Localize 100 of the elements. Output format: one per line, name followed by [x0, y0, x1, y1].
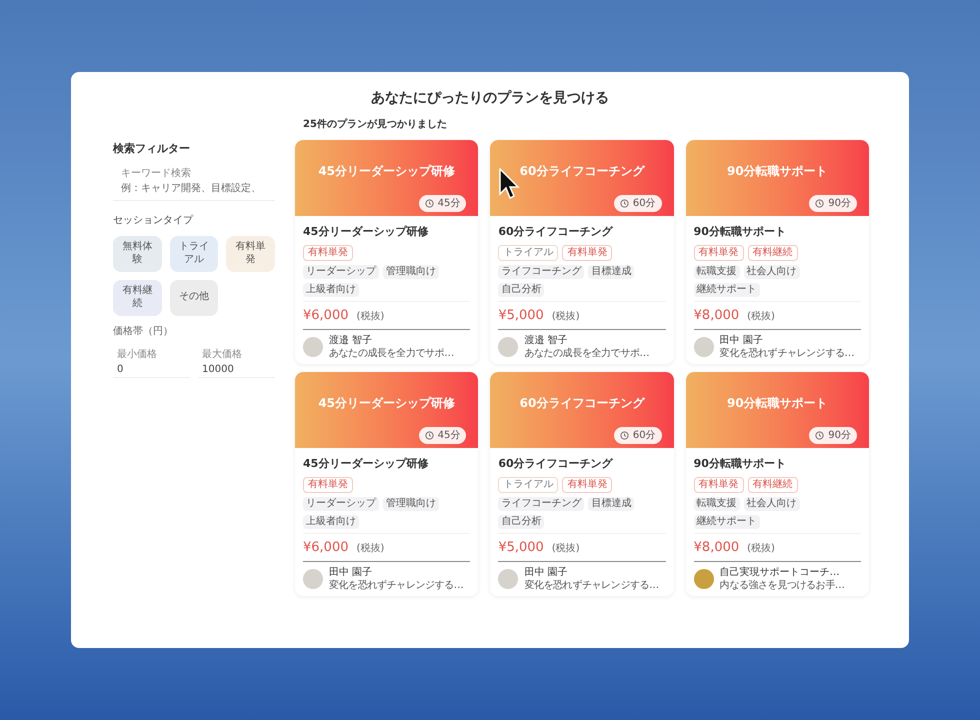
session-type-tag: 有料単発: [562, 244, 612, 260]
price: ¥5,000: [498, 306, 544, 324]
topic-tag: 社会人向け: [744, 264, 800, 278]
topic-tag: 転職支援: [694, 496, 740, 510]
topic-tag: 継続サポート: [694, 282, 760, 296]
duration-text: 60分: [632, 197, 656, 211]
tax-note: (税抜): [747, 310, 775, 324]
clock-icon: [620, 199, 629, 208]
topic-tag: ライフコーチング: [498, 264, 584, 278]
banner-title: 45分リーダーシップ研修: [318, 164, 456, 179]
topic-tag: 自己分析: [498, 282, 544, 296]
min-price-label: 最小価格: [117, 348, 158, 362]
keyword-label: キーワード検索: [121, 166, 192, 180]
banner-title: 60分ライフコーチング: [520, 164, 644, 179]
banner-title: 90分転職サポート: [726, 396, 828, 411]
topic-tag: 目標達成: [588, 264, 634, 278]
coach-intro: 変化を恐れずチャレンジする…: [329, 579, 464, 592]
banner-title: 45分リーダーシップ研修: [318, 396, 456, 411]
cursor-icon: [499, 168, 521, 200]
plan-card[interactable]: 45分リーダーシップ研修 45分 45分リーダーシップ研修 有料単発 リーダーシップ 管理職向け 上級者向け ¥6,000 (税抜) 田中 園子 変化を恐れずチャレンジする…: [295, 372, 478, 596]
topic-tag: 上級者向け: [303, 514, 359, 528]
tax-note: (税抜): [356, 542, 384, 556]
price: ¥8,000: [694, 306, 740, 324]
session-type-option[interactable]: 有料継続: [113, 280, 162, 316]
avatar: [498, 569, 518, 589]
clock-icon: [815, 199, 824, 208]
duration-text: 45分: [438, 429, 460, 443]
coach-intro: 変化を恐れずチャレンジする…: [524, 579, 659, 592]
coach-name: 渡邉 智子: [329, 334, 374, 347]
plan-card[interactable]: 45分リーダーシップ研修 45分 45分リーダーシップ研修 有料単発 リーダーシップ 管理職向け 上級者向け ¥6,000 (税抜) 渡邉 智子 あなたの成長を全力でサポ…: [295, 140, 478, 364]
plan-title: 90分転職サポート: [694, 456, 787, 472]
price-label: 価格帯（円）: [113, 324, 174, 338]
plan-card[interactable]: 90分転職サポート 90分 90分転職サポート 有料単発 有料継続 転職支援 社会人向け 継続サポート ¥8,000 (税抜) 自己実現サポートコーチ… 内なる強さを見つけるお手…: [686, 372, 869, 596]
keyword-field[interactable]: キーワード検索 例：キャリア開発、目標設定、: [113, 166, 275, 200]
page-title: あなたにぴったりのプランを見つける: [371, 89, 609, 108]
topic-tag: 転職支援: [694, 264, 740, 278]
topic-tag: 継続サポート: [694, 514, 760, 528]
session-type-tag: 有料単発: [562, 476, 612, 492]
plan-card[interactable]: 60分ライフコーチング 60分 60分ライフコーチング トライアル 有料単発 ライフコーチング 目標達成 自己分析 ¥5,000 (税抜) 田中 園子 変化を恐れずチャレンジする…: [490, 372, 674, 596]
clock-icon: [815, 431, 824, 440]
topic-tag: 社会人向け: [744, 496, 800, 510]
tax-note: (税抜): [356, 310, 384, 324]
result-count: 25件のプランが見つかりました: [302, 117, 448, 132]
avatar: [694, 569, 714, 589]
max-price-value: 10000: [202, 362, 235, 376]
coach-name: 田中 園子: [720, 334, 764, 347]
session-type-label: セッションタイプ: [113, 214, 194, 228]
plan-card[interactable]: 60分ライフコーチング 60分 60分ライフコーチング トライアル 有料単発 ライフコーチング 目標達成 自己分析 ¥5,000 (税抜) 渡邉 智子 あなたの成長を全力でサポ…: [490, 140, 674, 364]
price: ¥6,000: [303, 306, 348, 324]
tax-note: (税抜): [552, 542, 580, 556]
price: ¥6,000: [303, 538, 348, 556]
session-type-option[interactable]: その他: [170, 280, 218, 316]
session-type-option[interactable]: 無料体験: [113, 236, 162, 272]
plan-card[interactable]: 90分転職サポート 90分 90分転職サポート 有料単発 有料継続 転職支援 社会人向け 継続サポート ¥8,000 (税抜) 田中 園子 変化を恐れずチャレンジする…: [686, 140, 869, 364]
topic-tag: リーダーシップ: [303, 496, 379, 510]
session-type-tag: トライアル: [498, 476, 558, 492]
duration-text: 90分: [828, 429, 851, 443]
topic-tag: 目標達成: [588, 496, 634, 510]
topic-tag: ライフコーチング: [498, 496, 584, 510]
plan-title: 60分ライフコーチング: [498, 456, 614, 472]
avatar: [303, 569, 323, 589]
duration-text: 60分: [632, 429, 656, 443]
avatar: [498, 337, 518, 357]
coach-name: 田中 園子: [524, 566, 569, 579]
topic-tag: リーダーシップ: [303, 264, 379, 278]
tax-note: (税抜): [552, 310, 580, 324]
duration-text: 90分: [828, 197, 851, 211]
topic-tag: 管理職向け: [383, 264, 439, 278]
plan-title: 60分ライフコーチング: [498, 224, 614, 240]
max-price-field[interactable]: 最大価格 10000: [198, 346, 275, 378]
session-type-option[interactable]: トライアル: [170, 236, 218, 272]
avatar: [303, 337, 323, 357]
plan-title: 45分リーダーシップ研修: [303, 224, 430, 240]
min-price-value: 0: [117, 362, 124, 376]
session-type-tag: 有料単発: [303, 244, 353, 260]
avatar: [694, 337, 714, 357]
session-type-option[interactable]: 有料単発: [226, 236, 275, 272]
price: ¥8,000: [694, 538, 740, 556]
coach-name: 渡邉 智子: [524, 334, 569, 347]
banner-title: 60分ライフコーチング: [520, 396, 644, 411]
coach-name: 自己実現サポートコーチ…: [720, 566, 841, 579]
max-price-label: 最大価格: [202, 348, 243, 362]
topic-tag: 管理職向け: [383, 496, 439, 510]
keyword-input[interactable]: 例：キャリア開発、目標設定、: [121, 180, 267, 196]
session-type-tag: 有料単発: [694, 476, 744, 492]
coach-intro: 内なる強さを見つけるお手…: [720, 579, 844, 592]
session-type-tag: 有料継続: [748, 244, 798, 260]
plan-title: 90分転職サポート: [694, 224, 787, 240]
filter-heading: 検索フィルター: [113, 141, 191, 157]
plan-title: 45分リーダーシップ研修: [303, 456, 430, 472]
session-type-tag: トライアル: [498, 244, 558, 260]
topic-tag: 自己分析: [498, 514, 544, 528]
session-type-tag: 有料単発: [694, 244, 744, 260]
tax-note: (税抜): [747, 542, 775, 556]
duration-text: 45分: [438, 197, 460, 211]
banner-title: 90分転職サポート: [726, 164, 828, 179]
min-price-field[interactable]: 最小価格 0: [113, 346, 190, 378]
session-type-tag: 有料継続: [748, 476, 798, 492]
topic-tag: 上級者向け: [303, 282, 359, 296]
clock-icon: [424, 199, 434, 208]
